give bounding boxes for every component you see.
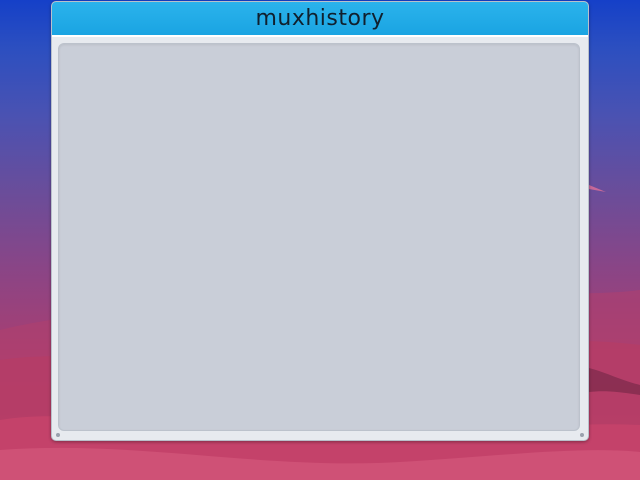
- history-list-pane[interactable]: [58, 43, 580, 431]
- resize-grip-right-icon[interactable]: [580, 433, 584, 437]
- window-title: muxhistory: [255, 6, 385, 31]
- app-window: muxhistory: [51, 1, 589, 441]
- window-titlebar[interactable]: muxhistory: [52, 2, 588, 37]
- resize-grip-left-icon[interactable]: [56, 433, 60, 437]
